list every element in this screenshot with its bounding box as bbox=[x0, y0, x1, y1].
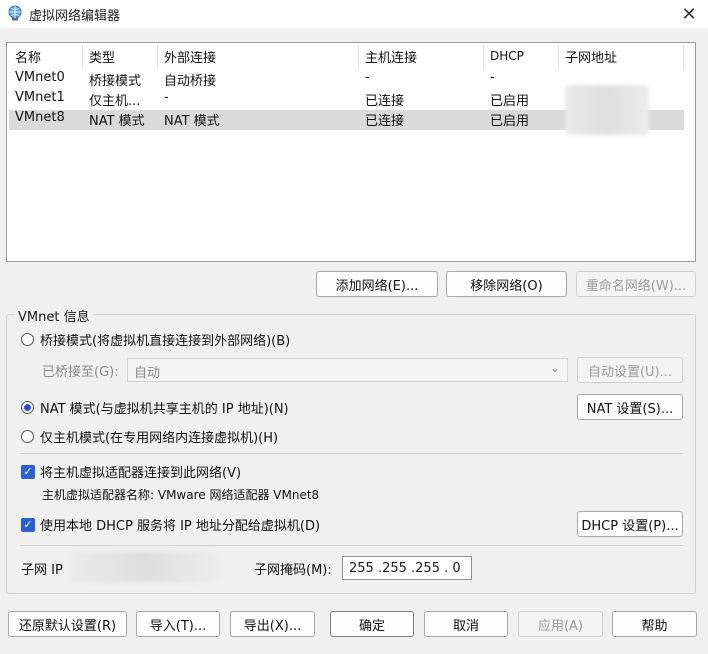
bridged-to-value: 自动 bbox=[134, 366, 161, 381]
subnet-mask-label: 子网掩码(M): bbox=[254, 563, 332, 578]
subnet-mask-field[interactable]: 255 .255 .255 . 0 bbox=[342, 556, 472, 580]
column-header-name[interactable]: 名称 bbox=[15, 47, 41, 66]
apply-button[interactable]: 应用(A) bbox=[518, 611, 603, 637]
network-globe-icon bbox=[6, 4, 24, 22]
help-button[interactable]: 帮助 bbox=[612, 611, 697, 637]
window-title: 虚拟网络编辑器 bbox=[29, 9, 121, 24]
close-icon[interactable]: ✕ bbox=[670, 0, 708, 28]
nat-settings-button[interactable]: NAT 设置(S)... bbox=[577, 394, 683, 420]
divider bbox=[20, 453, 683, 454]
cell-external: 自动桥接 bbox=[164, 74, 217, 89]
cell-host: 已连接 bbox=[365, 94, 405, 109]
host-only-label[interactable]: 仅主机模式(在专用网络内连接虚拟机)(H) bbox=[40, 427, 278, 446]
ok-button[interactable]: 确定 bbox=[330, 611, 414, 637]
export-button[interactable]: 导出(X)... bbox=[230, 611, 315, 637]
divider bbox=[20, 545, 683, 546]
network-list[interactable]: 名称 类型 外部连接 主机连接 DHCP 子网地址 VMnet0 桥接模式 自动… bbox=[6, 42, 696, 262]
dhcp-settings-button[interactable]: DHCP 设置(P)... bbox=[577, 511, 683, 537]
vmnet-info-label: VMnet 信息 bbox=[14, 306, 94, 325]
cell-dhcp: 已启用 bbox=[490, 94, 530, 109]
adapter-name-label: 主机虚拟适配器名称: VMware 网络适配器 VMnet8 bbox=[42, 488, 320, 502]
cell-type: 桥接模式 bbox=[89, 74, 142, 89]
bridged-to-select[interactable]: 自动 ⌄ bbox=[127, 358, 568, 382]
cell-name: VMnet0 bbox=[15, 70, 65, 85]
dhcp-label[interactable]: 使用本地 DHCP 服务将 IP 地址分配给虚拟机(D) bbox=[40, 515, 320, 534]
column-header-external[interactable]: 外部连接 bbox=[164, 47, 216, 66]
redacted-subnet-ip bbox=[70, 552, 220, 582]
nat-mode-label[interactable]: NAT 模式(与虚拟机共享主机的 IP 地址)(N) bbox=[40, 398, 289, 417]
connect-adapter-label[interactable]: 将主机虚拟适配器连接到此网络(V) bbox=[40, 462, 241, 481]
cell-type: NAT 模式 bbox=[89, 114, 145, 129]
subnet-ip-label: 子网 IP bbox=[21, 563, 63, 578]
dhcp-checkbox[interactable]: ✓ bbox=[21, 518, 35, 532]
add-network-button[interactable]: 添加网络(E)... bbox=[316, 271, 438, 297]
column-header-dhcp[interactable]: DHCP bbox=[490, 49, 524, 63]
cell-type: 仅主机... bbox=[89, 94, 141, 109]
nat-mode-radio[interactable] bbox=[21, 401, 34, 414]
redacted-subnet-area bbox=[565, 85, 649, 135]
cell-name: VMnet1 bbox=[15, 90, 65, 105]
chevron-down-icon: ⌄ bbox=[550, 361, 561, 375]
cancel-button[interactable]: 取消 bbox=[424, 611, 508, 637]
bridge-mode-label[interactable]: 桥接模式(将虚拟机直接连接到外部网络)(B) bbox=[40, 330, 290, 349]
cell-host: - bbox=[365, 70, 370, 85]
remove-network-button[interactable]: 移除网络(O) bbox=[446, 271, 567, 297]
import-button[interactable]: 导入(T)... bbox=[136, 611, 220, 637]
title-bar: 虚拟网络编辑器 ✕ bbox=[0, 0, 708, 28]
bridge-mode-radio[interactable] bbox=[21, 333, 34, 346]
column-header-type[interactable]: 类型 bbox=[89, 47, 115, 66]
host-only-radio[interactable] bbox=[21, 430, 34, 443]
rename-network-button[interactable]: 重命名网络(W)... bbox=[576, 271, 696, 297]
cell-dhcp: 已启用 bbox=[490, 114, 530, 129]
cell-dhcp: - bbox=[490, 70, 495, 85]
connect-adapter-checkbox[interactable]: ✓ bbox=[21, 465, 35, 479]
cell-external: - bbox=[164, 90, 169, 105]
auto-settings-button[interactable]: 自动设置(U)... bbox=[577, 357, 683, 383]
column-header-host[interactable]: 主机连接 bbox=[365, 47, 417, 66]
cell-host: 已连接 bbox=[365, 114, 405, 129]
restore-defaults-button[interactable]: 还原默认设置(R) bbox=[8, 611, 127, 637]
cell-external: NAT 模式 bbox=[164, 114, 220, 129]
column-header-subnet[interactable]: 子网地址 bbox=[565, 47, 617, 66]
cell-name: VMnet8 bbox=[15, 110, 65, 125]
bridged-to-label: 已桥接至(G): bbox=[42, 365, 119, 380]
